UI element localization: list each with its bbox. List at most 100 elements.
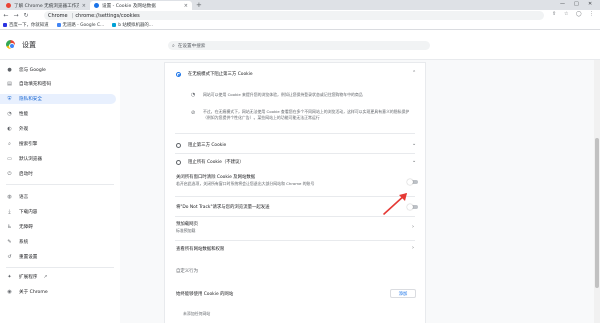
sidebar-item-languages[interactable]: ◍ 语言 [0, 192, 120, 202]
sidebar-item-label: 性能 [19, 112, 29, 117]
sidebar-item-autofill[interactable]: ▤ 自动填充和密码 [0, 79, 120, 89]
detail-text: 不过，在无痕模式下，网站无法使用 Cookie 查看您在多个不同网站上的浏览活动… [203, 109, 410, 120]
radio-button[interactable] [176, 159, 181, 165]
preload-title: 预加载网页 [176, 222, 198, 227]
block-icon: ⊘ [191, 110, 196, 116]
sidebar-item-label: 自动填充和密码 [19, 82, 52, 87]
sidebar-item-label: 关于 Chrome [19, 290, 48, 295]
sidebar-item-on-startup[interactable]: ⏻ 启动时 [0, 169, 120, 179]
minimize-button[interactable]: — [560, 1, 565, 7]
chevron-right-icon[interactable]: › [412, 245, 414, 251]
cookie-icon: ◔ [191, 92, 196, 98]
sidebar-item-accessibility[interactable]: ♿ 无障碍 [0, 222, 120, 232]
annotation-arrow [383, 193, 407, 215]
address-bar[interactable]: Chrome | chrome://settings/cookies [44, 11, 544, 20]
bookmark-label: b 站模拟机器的... [118, 23, 153, 28]
forward-button[interactable]: → [12, 12, 20, 19]
tab-close-icon[interactable]: × [184, 3, 188, 9]
always-allow-row: 始终能够使用 Cookie 的网站 添加 [165, 289, 425, 299]
sidebar-item-label: 语言 [19, 195, 29, 200]
sidebar-item-about-chrome[interactable]: ◉ 关于 Chrome [0, 287, 120, 297]
clear-on-exit-toggle[interactable] [407, 178, 418, 185]
bookmark-item[interactable]: 百度一下，你就知道 [3, 22, 49, 28]
sidebar-divider [6, 184, 114, 185]
option-label: 阻止第三方 Cookie [188, 143, 227, 148]
page-favicon-icon [6, 3, 11, 8]
sidebar-item-reset[interactable]: ↺ 重置设置 [0, 252, 120, 262]
clear-on-exit-row[interactable]: 关闭所有窗口时清除 Cookie 及网站数据 若开启此选项，关闭所有窗口时系统将… [165, 173, 425, 189]
sidebar-item-system[interactable]: ✎ 系统 [0, 237, 120, 247]
accessibility-icon: ♿ [7, 224, 12, 230]
share-icon[interactable]: ⇪ [552, 11, 556, 17]
sidebar-item-performance[interactable]: ◔ 性能 [0, 109, 120, 119]
radio-button[interactable] [176, 71, 181, 77]
tab-label: 了解 Chrome 无痕浏览器工作方式 [14, 3, 79, 9]
sidebar-item-label: 扩展程序 [19, 275, 38, 280]
chrome-icon: ◉ [7, 289, 12, 295]
sidebar-item-label: 外观 [19, 127, 29, 132]
page-title: 设置 [22, 41, 36, 49]
sidebar-item-extensions[interactable]: ✦ 扩展程序 ↗ [0, 272, 120, 282]
tab-incognito-help[interactable]: 了解 Chrome 无痕浏览器工作方式 × [2, 1, 90, 10]
sidebar-item-privacy[interactable]: ⛨ 隐私和安全 [0, 94, 116, 104]
menu-kebab-icon[interactable]: ⋮ [589, 11, 594, 17]
radio-button[interactable] [176, 142, 181, 148]
preload-pages-row[interactable]: 预加载网页 标准预加载 › [165, 220, 425, 236]
sidebar-item-default-browser[interactable]: ▭ 默认浏览器 [0, 154, 120, 164]
option-block-all[interactable]: 阻止所有 Cookie（不建议） ⌄ [165, 157, 425, 167]
close-window-button[interactable]: ✕ [588, 1, 592, 7]
tab-close-icon[interactable]: × [82, 3, 86, 9]
download-icon: ⤓ [8, 209, 11, 215]
preload-subtitle: 标准预加载 [176, 228, 196, 233]
sidebar-item-search-engine[interactable]: ⌕ 搜索引擎 [0, 139, 120, 149]
chevron-down-icon[interactable]: ⌄ [412, 141, 416, 147]
search-icon: ⌕ [8, 141, 11, 147]
scrollbar-thumb[interactable] [595, 138, 599, 288]
sidebar-item-label: 您与 Google [19, 68, 46, 73]
power-icon: ⏻ [7, 171, 12, 177]
chevron-up-icon[interactable]: ⌃ [412, 70, 416, 76]
back-button[interactable]: ← [2, 12, 10, 19]
tab-settings[interactable]: 设置 - Cookie 及网站数据 × [90, 1, 192, 10]
tab-label: 设置 - Cookie 及网站数据 [102, 3, 156, 9]
baidu-icon [3, 23, 7, 27]
settings-search-input[interactable]: ⌕ 在设置中搜索 [168, 41, 430, 50]
option-block-incognito[interactable]: 在无痕模式下阻止第三方 Cookie ⌃ [165, 69, 425, 79]
option-block-third-party[interactable]: 阻止第三方 Cookie ⌄ [165, 140, 425, 150]
sidebar-item-downloads[interactable]: ⤓ 下载内容 [0, 207, 120, 217]
bookmark-star-icon[interactable]: ☆ [564, 11, 568, 17]
add-site-button[interactable]: 添加 [390, 289, 416, 298]
browser-icon: ▭ [7, 156, 12, 162]
new-tab-button[interactable]: + [196, 1, 202, 9]
do-not-track-title: 将"Do Not Track"请求与您的浏览流量一起发送 [176, 205, 270, 210]
all-site-data-label: 查看所有网站数据和权限 [176, 247, 225, 252]
page-scrollbar[interactable] [594, 60, 600, 323]
chevron-right-icon[interactable]: › [412, 224, 414, 230]
tab-strip: 了解 Chrome 无痕浏览器工作方式 × 设置 - Cookie 及网站数据 … [0, 0, 600, 10]
chevron-down-icon[interactable]: ⌄ [412, 158, 416, 164]
bookmark-item[interactable]: 无道路 - Google C... [56, 22, 104, 28]
clear-on-exit-subtitle: 若开启此选项，关闭所有窗口时系统将会让您退出大部分网站和 Chrome 的账号 [176, 181, 315, 186]
sidebar-item-appearance[interactable]: ◐ 外观 [0, 124, 120, 134]
all-site-data-row[interactable]: 查看所有网站数据和权限 › [165, 244, 425, 254]
sidebar-item-label: 隐私和安全 [19, 97, 42, 102]
bookmark-label: 百度一下，你就知道 [9, 23, 49, 28]
clear-on-exit-title: 关闭所有窗口时清除 Cookie 及网站数据 [176, 175, 256, 180]
site-chip[interactable]: Chrome [48, 13, 68, 19]
profile-icon[interactable]: ◯ [576, 11, 582, 17]
sidebar-item-label: 重置设置 [19, 255, 38, 260]
toolbar: ← → ↻ Chrome | chrome://settings/cookies… [0, 10, 600, 21]
option-label: 阻止所有 Cookie（不建议） [188, 160, 244, 165]
google-icon [56, 23, 61, 27]
divider [175, 240, 415, 241]
maximize-button[interactable]: □ [574, 1, 579, 7]
divider [175, 153, 415, 154]
sidebar-item-label: 启动时 [19, 172, 33, 177]
url-text[interactable]: chrome://settings/cookies [75, 13, 139, 19]
reload-button[interactable]: ↻ [22, 12, 30, 19]
bookmarks-bar: 百度一下，你就知道 无道路 - Google C... b 站模拟机器的... [0, 21, 600, 30]
divider [175, 216, 415, 217]
bookmark-item[interactable]: b 站模拟机器的... [112, 22, 153, 28]
sidebar-item-you-and-google[interactable]: ● 您与 Google [0, 65, 120, 75]
reset-icon: ↺ [7, 254, 12, 260]
